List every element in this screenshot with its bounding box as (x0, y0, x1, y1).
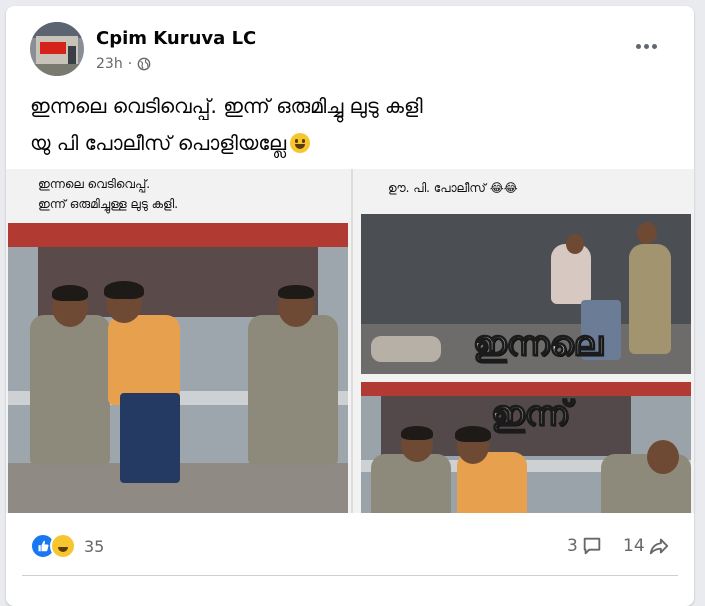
meme-right-top-photo: ഇന്നലെ (361, 214, 691, 374)
post-meta: 23h · (96, 56, 151, 72)
meme-left-text-line2: ഇന്ന് ഒരുമിച്ചുള്ള ലുടു കളി. (38, 197, 179, 211)
comment-count[interactable]: 3 (567, 535, 603, 557)
dot-icon (635, 43, 641, 49)
more-options-button[interactable] (628, 34, 664, 58)
meme-left-panel: ഇന്നലെ വെടിവെപ്പ്. ഇന്ന് ഒരുമിച്ചുള്ള ലു… (6, 169, 351, 513)
post-card: Cpim Kuruva LC 23h · ഇന്നലെ വെടിവെപ്പ്. … (6, 6, 694, 606)
dot-icon (651, 43, 657, 49)
dot-icon (643, 43, 649, 49)
comment-count-value: 3 (567, 536, 578, 556)
footer-divider (22, 575, 678, 576)
meme-left-photo (8, 223, 348, 513)
globe-icon[interactable] (137, 57, 151, 71)
meme-overlay-today: ഇന്ന് (490, 393, 571, 435)
meme-right-text: ഊ. പി. പോലീസ് 😂😂 (388, 181, 518, 195)
comment-icon (583, 537, 601, 555)
page-avatar[interactable] (30, 22, 84, 76)
post-timestamp[interactable]: 23h (96, 56, 123, 72)
meme-left-text-line1: ഇന്നലെ വെടിവെപ്പ്. (38, 177, 151, 191)
meta-separator: · (127, 56, 133, 72)
reaction-summary[interactable]: 35 (30, 533, 104, 559)
share-button[interactable] (459, 583, 678, 597)
meme-right-bottom-photo: ഇന്ന് (361, 382, 691, 513)
comment-button[interactable] (241, 583, 460, 597)
post-caption-line1: ഇന്നലെ വെടിവെപ്പ്. ഇന്ന് ഒരുമിച്ചു ലുടു … (30, 94, 423, 118)
like-button[interactable] (22, 583, 241, 597)
haha-icon (50, 533, 76, 559)
share-count-value: 14 (623, 536, 645, 556)
post-footer: 35 3 14 (6, 513, 694, 606)
meme-overlay-yesterday: ഇന്നലെ (472, 323, 603, 365)
share-icon (649, 538, 668, 555)
post-caption-line2: യു പി പോലീസ് പൊളിയല്ലേ (30, 131, 311, 155)
share-count[interactable]: 14 (623, 535, 670, 557)
action-bar (22, 583, 678, 603)
page-name[interactable]: Cpim Kuruva LC (96, 28, 256, 49)
meme-right-panel: ഊ. പി. പോലീസ് 😂😂 ഇന്നലെ ഇന്ന് (351, 169, 694, 513)
reaction-count[interactable]: 35 (84, 537, 104, 556)
caption-line2-text: യു പി പോലീസ് പൊളിയല്ലേ (30, 131, 287, 155)
post-image[interactable]: ഇന്നലെ വെടിവെപ്പ്. ഇന്ന് ഒരുമിച്ചുള്ള ലു… (6, 169, 694, 513)
grin-emoji-icon (290, 133, 311, 153)
